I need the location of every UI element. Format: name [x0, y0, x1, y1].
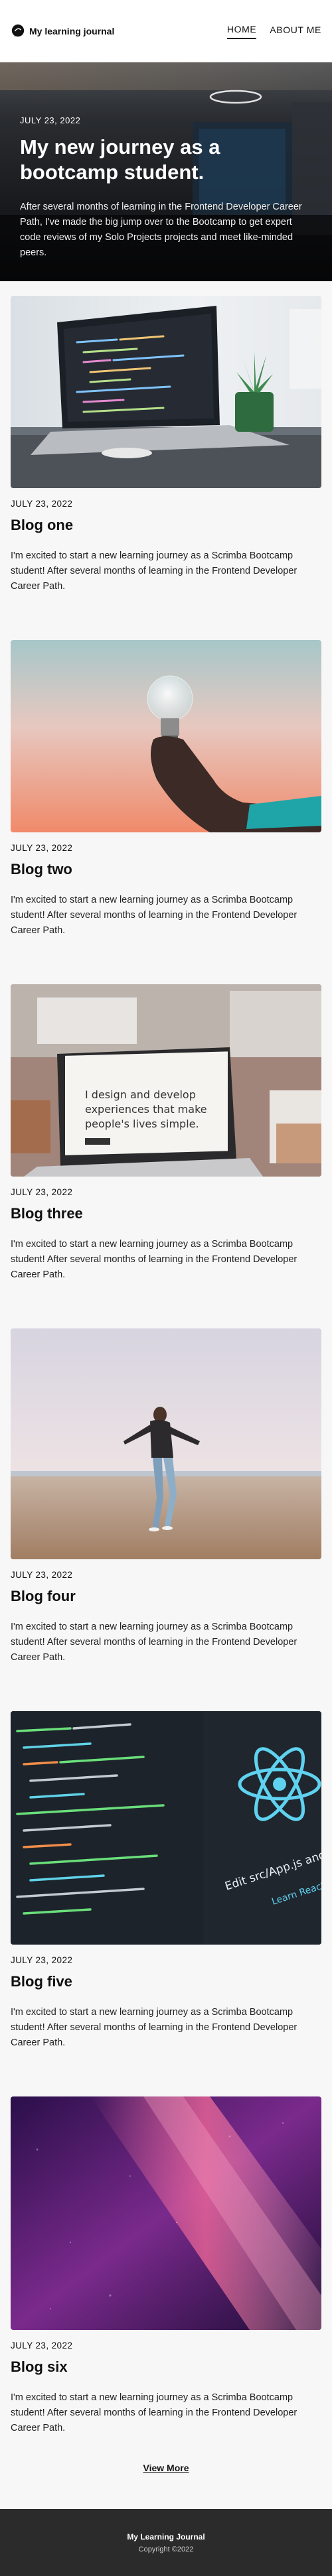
post-excerpt: I'm excited to start a new learning jour…	[11, 2007, 297, 2048]
post-date: JULY 23, 2022	[11, 1187, 73, 1197]
footer-title: My Learning Journal	[127, 2532, 205, 2542]
post-image-light-bulb	[11, 640, 321, 832]
logo-icon	[11, 24, 25, 37]
post-date: JULY 23, 2022	[11, 843, 73, 853]
post-image-beach-person	[11, 1328, 321, 1559]
post-card[interactable]: JULY 23, 2022 Blog four I'm excited to s…	[11, 1328, 321, 1665]
image-text-line-3: people's lives simple.	[85, 1118, 199, 1130]
post-card[interactable]: Edit src/App.js and save Learn React JUL…	[11, 1711, 321, 2051]
main-nav: HOME ABOUT ME	[226, 24, 321, 39]
post-date: JULY 23, 2022	[11, 1955, 73, 1965]
post-excerpt: I'm excited to start a new learning jour…	[11, 1622, 297, 1663]
hero-content: JULY 23, 2022 My new journey as a bootca…	[20, 115, 305, 261]
hero-featured-post[interactable]: JULY 23, 2022 My new journey as a bootca…	[0, 62, 332, 281]
logo-text: My learning journal	[29, 26, 115, 36]
post-title[interactable]: Blog one	[11, 517, 321, 534]
nav-about-link[interactable]: ABOUT ME	[270, 25, 321, 38]
post-date: JULY 23, 2022	[11, 499, 73, 509]
post-excerpt: I'm excited to start a new learning jour…	[11, 895, 297, 936]
view-more-button[interactable]: View More	[143, 2463, 189, 2473]
post-image-design-laptop: I design and develop experiences that ma…	[11, 984, 321, 1177]
site-header: My learning journal HOME ABOUT ME	[0, 0, 332, 62]
nav-home-link[interactable]: HOME	[226, 24, 257, 39]
post-card[interactable]: JULY 23, 2022 Blog one I'm excited to st…	[11, 296, 321, 594]
post-excerpt: I'm excited to start a new learning jour…	[11, 1239, 297, 1280]
post-title[interactable]: Blog four	[11, 1588, 321, 1605]
post-card[interactable]: I design and develop experiences that ma…	[11, 984, 321, 1283]
image-text-line-2: experiences that make	[85, 1103, 207, 1116]
post-title[interactable]: Blog five	[11, 1973, 321, 1990]
logo[interactable]: My learning journal	[11, 24, 114, 38]
post-image-react-editor: Edit src/App.js and save Learn React	[11, 1711, 321, 1945]
post-excerpt: I'm excited to start a new learning jour…	[11, 2392, 297, 2433]
post-image-purple-abstract	[11, 2096, 321, 2330]
site-footer: My Learning Journal Copyright ©2022	[0, 2509, 332, 2576]
footer-copyright: Copyright ©2022	[138, 2545, 194, 2553]
image-text-line-1: I design and develop	[85, 1088, 196, 1101]
hero-date: JULY 23, 2022	[20, 115, 81, 125]
post-title[interactable]: Blog six	[11, 2358, 321, 2376]
posts-list: JULY 23, 2022 Blog one I'm excited to st…	[0, 281, 332, 2436]
post-date: JULY 23, 2022	[11, 1570, 73, 1580]
post-title[interactable]: Blog two	[11, 861, 321, 878]
post-excerpt: I'm excited to start a new learning jour…	[11, 550, 297, 592]
post-title[interactable]: Blog three	[11, 1205, 321, 1222]
post-card[interactable]: JULY 23, 2022 Blog six I'm excited to st…	[11, 2096, 321, 2436]
post-image-laptop-code	[11, 296, 321, 488]
hero-title[interactable]: My new journey as a bootcamp student.	[20, 135, 305, 185]
hero-excerpt: After several months of learning in the …	[20, 202, 302, 258]
post-card[interactable]: JULY 23, 2022 Blog two I'm excited to st…	[11, 640, 321, 938]
post-date: JULY 23, 2022	[11, 2341, 73, 2351]
view-more-container: View More	[0, 2463, 332, 2475]
